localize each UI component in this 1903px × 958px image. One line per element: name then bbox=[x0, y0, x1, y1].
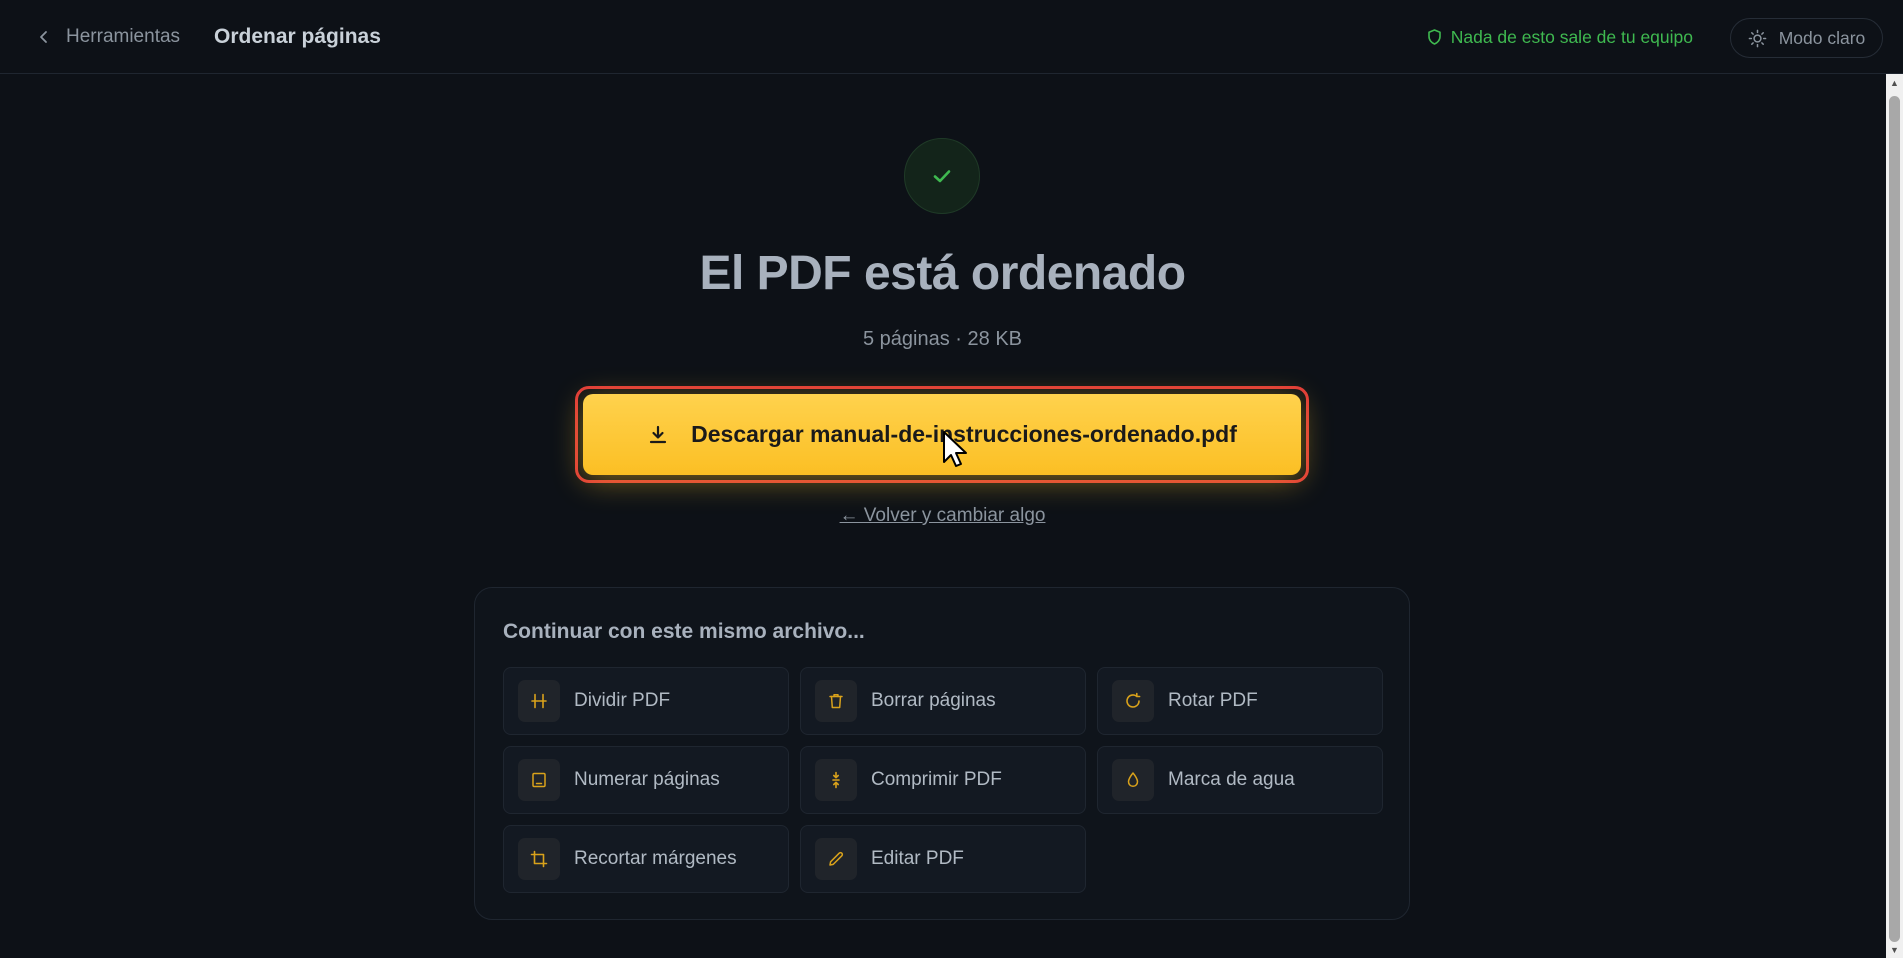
tool-label: Dividir PDF bbox=[574, 690, 671, 711]
shield-icon bbox=[1427, 29, 1441, 45]
droplet-icon bbox=[1127, 772, 1139, 788]
tool-icon-box bbox=[518, 759, 560, 801]
light-mode-label: Modo claro bbox=[1778, 27, 1866, 48]
tool-editar-pdf[interactable]: Editar PDF bbox=[800, 825, 1086, 893]
mouse-cursor-icon bbox=[943, 431, 967, 467]
page-number-icon bbox=[532, 772, 546, 788]
checkmark-icon bbox=[933, 170, 951, 183]
tool-icon-box bbox=[815, 838, 857, 880]
tool-numerar-paginas[interactable]: Numerar páginas bbox=[503, 746, 789, 814]
tool-icon-box bbox=[1112, 759, 1154, 801]
trash-icon bbox=[829, 694, 843, 709]
tool-icon-box bbox=[815, 759, 857, 801]
page-title: Ordenar páginas bbox=[214, 25, 381, 48]
scroll-up-arrow-icon[interactable]: ▲ bbox=[1886, 74, 1903, 91]
back-change-container: ← Volver y cambiar algo bbox=[0, 505, 1885, 527]
tool-label: Borrar páginas bbox=[871, 690, 996, 711]
result-headline: El PDF está ordenado bbox=[699, 247, 1186, 300]
light-mode-toggle[interactable]: Modo claro bbox=[1730, 18, 1883, 58]
chevron-left-icon bbox=[40, 31, 47, 43]
tool-label: Rotar PDF bbox=[1168, 690, 1258, 711]
top-bar: Herramientas Ordenar páginas Nada de est… bbox=[0, 0, 1903, 74]
pencil-icon bbox=[829, 851, 844, 866]
tool-label: Editar PDF bbox=[871, 848, 964, 869]
tool-rotar-pdf[interactable]: Rotar PDF bbox=[1097, 667, 1383, 735]
vertical-scrollbar[interactable]: ▲ ▼ bbox=[1886, 74, 1903, 958]
crop-icon bbox=[530, 850, 548, 868]
tool-comprimir-pdf[interactable]: Comprimir PDF bbox=[800, 746, 1086, 814]
tool-label: Numerar páginas bbox=[574, 769, 720, 790]
tool-marca-de-agua[interactable]: Marca de agua bbox=[1097, 746, 1383, 814]
back-to-tools-link[interactable]: Herramientas bbox=[36, 22, 180, 52]
sun-icon bbox=[1748, 29, 1767, 47]
tool-icon-box bbox=[1112, 680, 1154, 722]
privacy-text: Nada de esto sale de tu equipo bbox=[1450, 26, 1693, 47]
back-and-change-link[interactable]: ← Volver y cambiar algo bbox=[840, 505, 1046, 526]
split-icon bbox=[531, 693, 547, 709]
download-icon bbox=[650, 425, 667, 443]
tool-label: Recortar márgenes bbox=[574, 848, 737, 869]
privacy-notice: Nada de esto sale de tu equipo bbox=[1427, 22, 1693, 52]
tool-dividir-pdf[interactable]: Dividir PDF bbox=[503, 667, 789, 735]
tool-grid: Dividir PDF Borrar páginas Rotar PDF Num… bbox=[503, 667, 1383, 893]
scrollbar-thumb[interactable] bbox=[1889, 96, 1900, 942]
continue-title: Continuar con este mismo archivo... bbox=[503, 620, 865, 643]
tool-icon-box bbox=[815, 680, 857, 722]
success-badge bbox=[904, 138, 980, 214]
tool-icon-box bbox=[518, 680, 560, 722]
scroll-down-arrow-icon[interactable]: ▼ bbox=[1886, 941, 1903, 958]
tool-label: Comprimir PDF bbox=[871, 769, 1002, 790]
compress-icon bbox=[832, 771, 840, 789]
tool-borrar-paginas[interactable]: Borrar páginas bbox=[800, 667, 1086, 735]
back-link-label: Herramientas bbox=[66, 26, 181, 47]
file-meta: 5 páginas · 28 KB bbox=[863, 328, 1022, 350]
tool-recortar-margenes[interactable]: Recortar márgenes bbox=[503, 825, 789, 893]
tool-label: Marca de agua bbox=[1168, 769, 1295, 790]
tool-icon-box bbox=[518, 838, 560, 880]
rotate-icon bbox=[1126, 692, 1141, 708]
continue-card: Continuar con este mismo archivo... Divi… bbox=[474, 587, 1410, 920]
